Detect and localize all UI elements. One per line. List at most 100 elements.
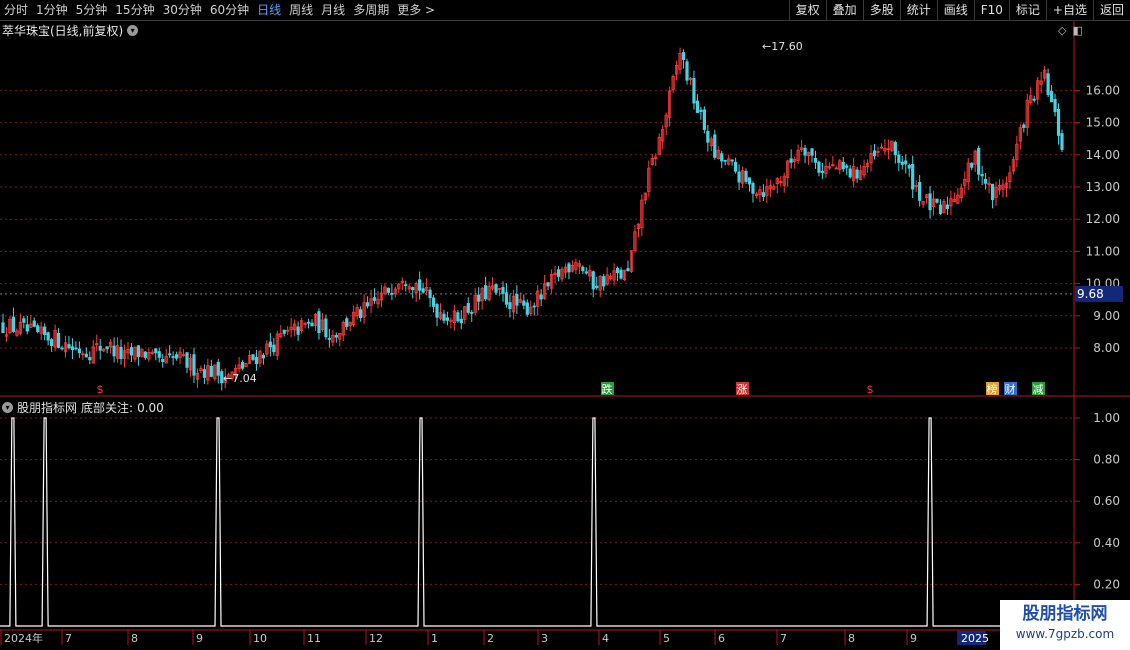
candle-body — [435, 304, 439, 318]
candle-body — [70, 346, 75, 351]
event-marker: 榜 — [987, 382, 998, 396]
candle-body — [418, 279, 422, 291]
candle-body — [143, 351, 147, 358]
period-tab[interactable]: 1分钟 — [32, 0, 72, 20]
candle-body — [900, 161, 904, 165]
time-axis-label: 7 — [65, 632, 72, 645]
tool-button[interactable]: 多股 — [862, 0, 900, 20]
period-tab[interactable]: 日线 — [253, 0, 285, 20]
period-tab[interactable]: 月线 — [317, 0, 349, 20]
candle-body — [928, 193, 932, 211]
current-price-value: 9.68 — [1077, 287, 1104, 301]
price-tick-label: 8.00 — [1093, 341, 1120, 355]
candle-body — [175, 354, 179, 359]
candle-body — [515, 294, 519, 306]
period-tab[interactable]: 15分钟 — [111, 0, 158, 20]
candle-body — [525, 302, 529, 315]
candle-body — [893, 141, 897, 156]
diamond-icon[interactable]: ◇ — [1058, 24, 1066, 37]
candle-body — [428, 289, 432, 299]
tool-button[interactable]: F10 — [973, 0, 1009, 20]
candle-body — [431, 297, 436, 307]
chevron-down-icon[interactable]: ▾ — [2, 402, 13, 413]
indicator-tick-label: 1.00 — [1093, 411, 1120, 425]
tool-button[interactable]: 画线 — [936, 0, 974, 20]
tool-button[interactable]: 标记 — [1008, 0, 1046, 20]
candle-body — [567, 263, 571, 273]
candle-body — [1049, 90, 1054, 103]
main-chart-title: 萃华珠宝(日线,前复权) ▾ — [2, 22, 139, 39]
high-annotation: ←17.60 — [762, 40, 803, 53]
candle-body — [681, 52, 686, 60]
candle-body — [990, 183, 995, 201]
tool-button[interactable]: +自选 — [1045, 0, 1093, 20]
candle-body — [911, 163, 915, 190]
tool-button[interactable]: 叠加 — [825, 0, 863, 20]
time-axis-label: 9 — [196, 632, 203, 645]
candle-body — [935, 198, 939, 203]
candle-body — [240, 362, 245, 369]
candle-body — [556, 269, 561, 277]
price-tick-label: 11.00 — [1086, 244, 1120, 258]
period-tab[interactable]: 5分钟 — [72, 0, 112, 20]
candle-body — [897, 154, 901, 163]
indicator-tick-label: 0.80 — [1093, 453, 1120, 467]
candle-body — [706, 130, 710, 143]
indicator-tick-label: 0.60 — [1093, 494, 1120, 508]
candle-body — [442, 313, 446, 321]
candle-body — [602, 276, 606, 287]
candle-body — [546, 282, 550, 287]
candle-body — [11, 316, 16, 332]
candle-body — [1032, 98, 1036, 101]
tool-button[interactable]: 复权 — [788, 0, 826, 20]
candle-body — [306, 321, 311, 324]
candle-body — [77, 348, 81, 354]
candle-body — [810, 148, 814, 156]
candle-body — [619, 269, 623, 279]
candle-body — [98, 346, 102, 351]
candle-body — [310, 322, 314, 327]
time-axis-label: 9 — [910, 632, 917, 645]
period-tab[interactable]: 多周期 — [349, 0, 393, 20]
candle-body — [737, 171, 741, 183]
chart-canvas[interactable]: 8.00 9.00 1 0.00 11.00 12.00 13.00 14.00 15.00 16… — [0, 21, 1130, 650]
indicator-line — [0, 417, 1074, 627]
candle-body — [938, 204, 943, 214]
period-tab[interactable]: 分时 — [0, 0, 32, 20]
period-tab[interactable]: 周线 — [285, 0, 317, 20]
period-tabs: 分时 1分钟 5分钟 15分钟 30分钟 60分钟 日线 周线 月线 多周期 更多 > — [0, 0, 439, 20]
price-tick-label: 15.00 — [1086, 116, 1120, 130]
event-marker: 涨 — [737, 383, 748, 396]
candle-body — [251, 354, 255, 360]
indicator-title-bar: ▾ 股朋指标网 底部关注: 0.00 — [2, 399, 164, 416]
indicator-series-label: 底部关注: — [81, 401, 134, 415]
candle-body — [730, 159, 734, 162]
candle-body — [713, 134, 717, 158]
stock-title: 萃华珠宝(日线,前复权) — [2, 24, 124, 38]
tool-button[interactable]: 统计 — [899, 0, 937, 20]
candle-body — [421, 288, 425, 293]
candle-body — [751, 183, 755, 194]
candle-body — [129, 347, 134, 356]
period-tab[interactable]: 60分钟 — [206, 0, 253, 20]
event-marker: 减 — [1033, 383, 1044, 396]
time-axis-label: 7 — [780, 632, 787, 645]
price-tick-label: 14.00 — [1086, 148, 1120, 162]
candle-body — [820, 170, 825, 173]
candle-body — [74, 347, 78, 350]
candle-body — [984, 178, 988, 184]
period-tab[interactable]: 30分钟 — [159, 0, 206, 20]
candle-body — [720, 153, 724, 162]
candle-body — [296, 326, 300, 335]
candle-body — [591, 271, 595, 290]
panel-toggle-icon[interactable]: ◧ — [1072, 24, 1082, 37]
period-tab[interactable]: 更多 > — [393, 0, 439, 20]
candle-body — [734, 161, 738, 172]
candle-body — [466, 303, 470, 313]
candle-body — [539, 294, 543, 300]
chevron-down-icon[interactable]: ▾ — [127, 25, 139, 36]
candle-body — [581, 266, 585, 272]
candle-body — [334, 335, 338, 338]
candle-body — [119, 346, 123, 359]
tool-button[interactable]: 返回 — [1092, 0, 1130, 20]
